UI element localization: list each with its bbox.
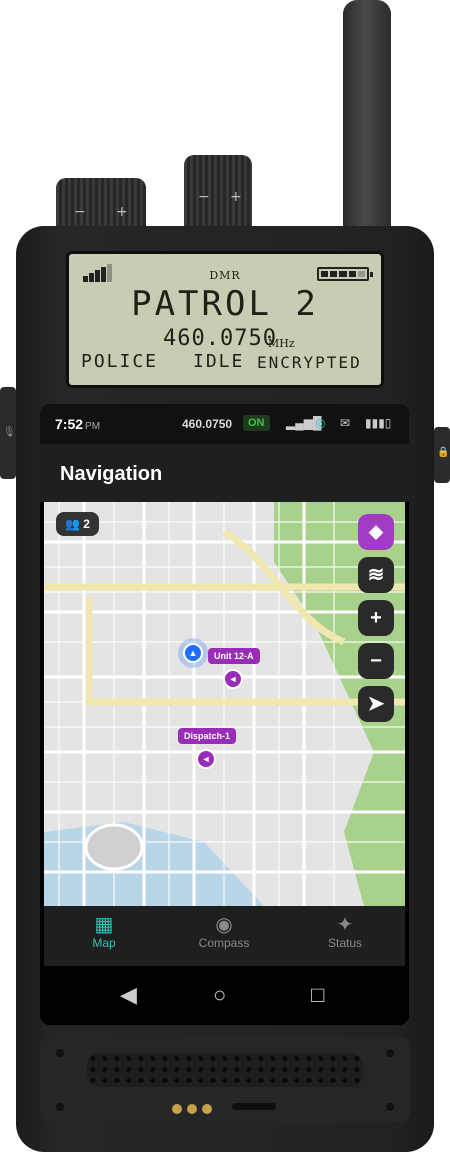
zoom-out-button[interactable]: − <box>358 643 394 679</box>
home-icon[interactable]: ○ <box>213 982 226 1008</box>
tag-button[interactable]: ⬥ <box>358 514 394 550</box>
lcd-frequency: 460.0750 <box>163 326 277 351</box>
status-time: 7:52 PM <box>55 416 101 432</box>
charging-contacts <box>172 1101 217 1119</box>
unit-label: Unit 12-A <box>208 648 260 664</box>
lcd-channel: PATROL 2 <box>131 284 319 324</box>
lock-icon: 🔒 <box>437 447 450 458</box>
zoom-out-icon: − <box>370 650 382 672</box>
system-navigation: ◀ ○ □ <box>40 966 409 1025</box>
nav-item-status[interactable]: ✦ Status <box>285 914 405 950</box>
satellite-icon: ✦ <box>336 914 354 936</box>
knob-plus-label: + <box>116 204 128 220</box>
screw <box>56 1103 64 1111</box>
unit-label: Dispatch-1 <box>178 728 237 744</box>
lcd-unit: MHz <box>268 337 295 350</box>
group-icon: 👥 <box>65 517 80 531</box>
battery-icon <box>317 267 373 281</box>
antenna <box>343 0 391 240</box>
locate-button[interactable]: ➤ <box>358 686 394 722</box>
tx-status-badge: ON <box>243 415 270 431</box>
lock-button[interactable]: 🔒 <box>434 427 450 483</box>
knob-plus-label: + <box>230 189 242 205</box>
status-frequency: 460.0750 <box>182 417 233 431</box>
page-title: Navigation <box>60 463 163 485</box>
unit-marker[interactable]: ◄ <box>223 669 243 689</box>
zoom-in-icon: + <box>370 607 382 629</box>
back-icon[interactable]: ◀ <box>120 982 137 1008</box>
status-bar: 7:52 PM 460.0750 ON ▂▄▆█ ◎ ✉ ▮▮▮▯ <box>40 404 409 444</box>
group-members-badge[interactable]: 👥 2 <box>56 512 99 536</box>
screw <box>56 1049 64 1057</box>
unit-marker[interactable]: ◄ <box>196 749 216 769</box>
nav-label: Compass <box>198 936 250 950</box>
nav-label: Status <box>327 936 363 950</box>
compass-icon: ◉ <box>215 914 233 936</box>
knob-minus-label: − <box>198 189 210 205</box>
nav-label: Map <box>92 936 116 950</box>
screw <box>386 1103 394 1111</box>
mic-icon: 🎙 <box>3 427 16 438</box>
self-location-marker[interactable]: ▲ <box>183 643 203 663</box>
tag-icon: ⬥ <box>369 521 383 543</box>
lcd-display: DMR PATROL 2 460.0750 MHz POLICE IDLE EN… <box>66 251 384 388</box>
gps-icon: ◎ <box>315 416 326 430</box>
map-icon: ▦ <box>94 914 114 936</box>
layers-button[interactable]: ≋ <box>358 557 394 593</box>
ptt-button[interactable]: 🎙 <box>0 387 16 479</box>
app-bar: Navigation <box>40 444 409 502</box>
touch-screen: 7:52 PM 460.0750 ON ▂▄▆█ ◎ ✉ ▮▮▮▯ Navigat… <box>40 404 409 1025</box>
lcd-status-mid: IDLE <box>193 351 245 372</box>
nav-item-map[interactable]: ▦ Map <box>44 914 164 950</box>
lcd-status-right: ENCRYPTED <box>257 353 362 372</box>
nav-item-compass[interactable]: ◉ Compass <box>164 914 284 950</box>
screw <box>386 1049 394 1057</box>
speaker-panel <box>40 1037 410 1122</box>
zoom-in-button[interactable]: + <box>358 600 394 636</box>
message-icon: ✉ <box>340 416 351 430</box>
map-view[interactable]: 👥 2 ⬥ ≋ + − ➤ ▲ Unit 12-A ◄ Dispatch-1 ◄ <box>44 502 405 906</box>
knob-minus-label: − <box>74 204 86 220</box>
lcd-status-left: POLICE <box>81 351 159 372</box>
speaker-grill <box>87 1053 363 1087</box>
battery-icon: ▮▮▮▯ <box>365 416 392 430</box>
accessory-slot <box>232 1103 276 1110</box>
locate-icon: ➤ <box>367 693 385 715</box>
recents-icon[interactable]: □ <box>311 982 324 1008</box>
layers-icon: ≋ <box>367 564 385 586</box>
members-count: 2 <box>83 517 90 531</box>
map-tiles <box>44 502 405 906</box>
bottom-navigation: ▦ Map ◉ Compass ✦ Status <box>44 906 405 966</box>
